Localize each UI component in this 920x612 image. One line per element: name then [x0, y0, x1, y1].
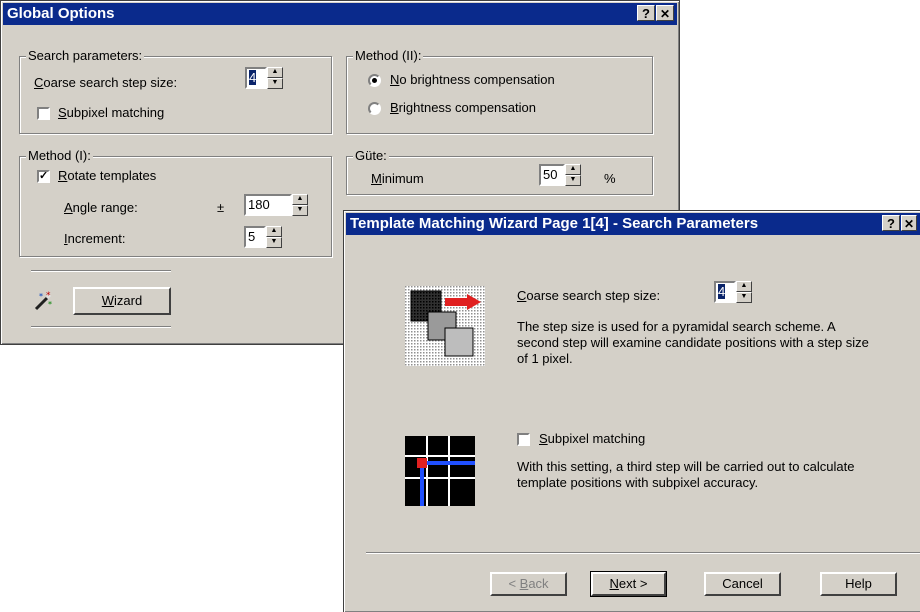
- coarse-step-label-rest: oarse search step size:: [43, 75, 178, 90]
- spin-up-icon[interactable]: ▲: [266, 226, 282, 237]
- increment-spinner[interactable]: 5 ▲ ▼: [244, 226, 282, 248]
- group-label: Search parameters:: [26, 48, 145, 63]
- group-label: Method (I):: [26, 148, 93, 163]
- close-button[interactable]: ✕: [656, 5, 674, 21]
- wizard-button[interactable]: Wizard: [73, 287, 171, 315]
- window-title: Global Options: [7, 5, 115, 22]
- spin-up-icon[interactable]: ▲: [565, 164, 581, 175]
- subpixel-label: Subpixel matching: [58, 105, 165, 120]
- brightness-label: Brightness compensation: [390, 100, 536, 115]
- wizard-coarse-label: Coarse search step size:: [517, 288, 661, 303]
- spin-down-icon[interactable]: ▼: [565, 175, 581, 186]
- wizard-titlebar[interactable]: Template Matching Wizard Page 1[4] - Sea…: [346, 213, 920, 235]
- help-button[interactable]: ?: [882, 215, 900, 231]
- spin-down-icon[interactable]: ▼: [736, 292, 752, 303]
- wizard-window: Template Matching Wizard Page 1[4] - Sea…: [343, 210, 920, 612]
- angle-range-input[interactable]: 180: [244, 194, 292, 216]
- wizard-subpixel-description: With this setting, a third step will be …: [517, 459, 855, 490]
- subpixel-grid-illustration: [405, 436, 475, 506]
- svg-text:*: *: [48, 300, 52, 309]
- rotate-templates-label: Rotate templates: [58, 168, 157, 183]
- wizard-coarse-arrows[interactable]: ▲ ▼: [736, 281, 752, 303]
- wizard-coarse-input[interactable]: 4: [714, 281, 736, 303]
- wizard-coarse-spinner[interactable]: 4 ▲ ▼: [714, 281, 752, 303]
- minimum-spinner[interactable]: 50 ▲ ▼: [539, 164, 581, 186]
- increment-arrows[interactable]: ▲ ▼: [266, 226, 282, 248]
- minimum-label: Minimum: [371, 171, 424, 186]
- angle-range-label: Angle range:: [64, 200, 138, 215]
- back-button[interactable]: < Back: [490, 572, 567, 596]
- wizard-subpixel-label: Subpixel matching: [539, 431, 646, 446]
- help-button[interactable]: ?: [637, 5, 655, 21]
- increment-input[interactable]: 5: [244, 226, 266, 248]
- coarse-step-input[interactable]: 4: [245, 67, 267, 89]
- angle-range-spinner[interactable]: 180 ▲ ▼: [244, 194, 308, 216]
- cancel-button[interactable]: Cancel: [704, 572, 781, 596]
- rotate-templates-checkbox[interactable]: ✓: [37, 170, 50, 183]
- magic-wand-icon: * * *: [33, 290, 55, 312]
- wizard-subpixel-checkbox[interactable]: [517, 433, 530, 446]
- search-parameters-group: Search parameters:: [19, 48, 332, 134]
- close-button[interactable]: ✕: [901, 215, 917, 231]
- wizard-coarse-value: 4: [718, 284, 726, 299]
- svg-text:*: *: [39, 292, 43, 301]
- no-brightness-label: No brightness compensation: [390, 72, 555, 87]
- spin-up-icon[interactable]: ▲: [292, 194, 308, 205]
- coarse-step-spinner[interactable]: 4 ▲ ▼: [245, 67, 283, 89]
- minimum-arrows[interactable]: ▲ ▼: [565, 164, 581, 186]
- brightness-radio[interactable]: [368, 102, 381, 115]
- separator: [31, 326, 171, 328]
- wizard-coarse-description: The step size is used for a pyramidal se…: [517, 319, 869, 366]
- coarse-step-label: Coarse search step size:: [34, 75, 178, 90]
- no-brightness-radio[interactable]: [368, 74, 381, 87]
- method-2-group: Method (II):: [346, 48, 653, 134]
- spin-up-icon[interactable]: ▲: [736, 281, 752, 292]
- coarse-step-arrows[interactable]: ▲ ▼: [267, 67, 283, 89]
- separator: [31, 270, 171, 272]
- next-button[interactable]: Next >: [590, 571, 667, 597]
- increment-label: Increment:: [64, 231, 126, 246]
- separator: [366, 552, 920, 554]
- coarse-step-value: 4: [249, 70, 257, 85]
- help-footer-button[interactable]: Help: [820, 572, 897, 596]
- percent-unit: %: [604, 171, 616, 186]
- spin-up-icon[interactable]: ▲: [267, 67, 283, 78]
- spin-down-icon[interactable]: ▼: [267, 78, 283, 89]
- pyramid-search-illustration: [405, 286, 485, 366]
- angle-range-arrows[interactable]: ▲ ▼: [292, 194, 308, 216]
- minimum-input[interactable]: 50: [539, 164, 565, 186]
- subpixel-checkbox[interactable]: [37, 107, 50, 120]
- wizard-title: Template Matching Wizard Page 1[4] - Sea…: [350, 215, 759, 232]
- plus-minus-sign: ±: [217, 200, 225, 215]
- spin-down-icon[interactable]: ▼: [292, 205, 308, 216]
- global-options-titlebar[interactable]: Global Options: [3, 3, 677, 25]
- group-label: Güte:: [353, 148, 389, 163]
- spin-down-icon[interactable]: ▼: [266, 237, 282, 248]
- group-label: Method (II):: [353, 48, 424, 63]
